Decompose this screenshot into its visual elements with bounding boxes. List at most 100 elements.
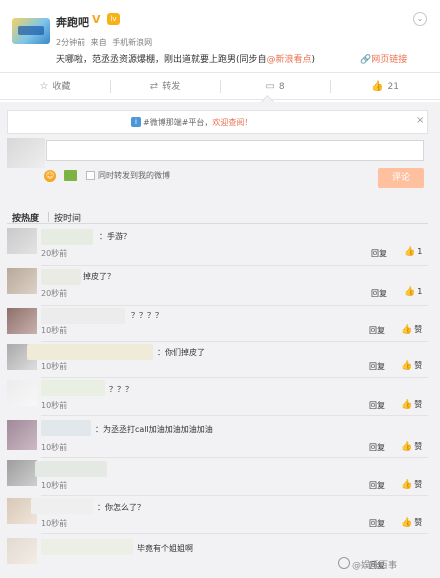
- commenter-name[interactable]: [41, 420, 91, 436]
- repost-checkbox[interactable]: [86, 171, 95, 180]
- reply-button[interactable]: 回复: [371, 288, 387, 299]
- avatar[interactable]: [7, 538, 37, 564]
- avatar[interactable]: [7, 460, 37, 486]
- repost-label: 转发: [162, 82, 181, 92]
- like-button[interactable]: 👍 21: [330, 73, 440, 100]
- comment-text: ：你怎么了？: [97, 503, 145, 512]
- post-action-bar: ☆ 收藏 ⇄ 转发 ▭ 8 👍 21: [0, 72, 440, 100]
- mention-link[interactable]: @新浪看点: [267, 55, 312, 65]
- star-icon: ☆: [39, 81, 49, 92]
- avatar[interactable]: [7, 380, 37, 406]
- comment-notice: i #微博那端#平台，欢迎查阅！ ×: [7, 110, 428, 134]
- reply-button[interactable]: 回复: [369, 480, 385, 491]
- comment-like-button[interactable]: 👍 1: [404, 247, 422, 257]
- reply-button[interactable]: 回复: [369, 400, 385, 411]
- avatar[interactable]: [7, 268, 37, 294]
- thumbs-up-icon: 👍: [401, 518, 413, 528]
- comment-row: ：你怎么了？ 10秒前 回复 👍 赞: [7, 496, 428, 534]
- comment-row: ：手游？ 20秒前 回复 👍 1: [7, 226, 428, 266]
- web-link-label: 网页链接: [371, 55, 408, 65]
- commenter-name[interactable]: [41, 229, 93, 245]
- commenter-name[interactable]: [41, 539, 133, 555]
- comment-row: 掉皮了？ 20秒前 回复 👍 1: [7, 266, 428, 306]
- info-icon: i: [131, 117, 141, 127]
- commenter-name[interactable]: [31, 498, 93, 514]
- commenter-name[interactable]: [27, 344, 153, 360]
- like-count: 21: [387, 82, 399, 92]
- commenter-name[interactable]: [41, 269, 81, 285]
- chevron-down-icon[interactable]: ⌄: [413, 12, 427, 26]
- comment-text: ？？？？: [131, 311, 163, 320]
- comment-time: 20秒前: [41, 289, 68, 298]
- reply-button[interactable]: 回复: [369, 518, 385, 529]
- level-badge-icon: lv: [107, 13, 120, 25]
- comment-like-button[interactable]: 👍 赞: [401, 479, 422, 490]
- comment-time: 10秒前: [41, 326, 68, 335]
- comment-text: 掉皮了？: [83, 272, 115, 281]
- web-link[interactable]: 🔗网页链接: [360, 52, 407, 65]
- comment-count: 8: [278, 82, 285, 92]
- close-icon[interactable]: ×: [416, 115, 424, 126]
- divider: [7, 223, 428, 224]
- reply-button[interactable]: 回复: [369, 442, 385, 453]
- comment-time: 20秒前: [41, 249, 68, 258]
- reply-button[interactable]: 回复: [369, 325, 385, 336]
- thumbs-up-icon: 👍: [401, 480, 413, 490]
- notice-text: #微博那端#平台，欢迎查阅！: [143, 117, 252, 128]
- repost-icon: ⇄: [149, 81, 159, 92]
- post-source[interactable]: 手机新浪网: [112, 38, 152, 47]
- comment-time: 10秒前: [41, 519, 68, 528]
- comment-like-count: 赞: [414, 480, 423, 489]
- my-avatar: [7, 138, 45, 168]
- post-time[interactable]: 2分钟前: [56, 38, 85, 47]
- comment-row: ？？？？ 10秒前 回复 👍 赞: [7, 306, 428, 342]
- comment-like-button[interactable]: 👍 1: [404, 287, 422, 297]
- emoji-icon[interactable]: ☺: [44, 170, 56, 182]
- commenter-name[interactable]: [41, 380, 105, 396]
- post-text-main: 天哪啦，范丞丞资源爆棚，刚出道就要上跑男(同步自: [56, 55, 267, 65]
- favorite-button[interactable]: ☆ 收藏: [0, 73, 110, 100]
- favorite-label: 收藏: [52, 82, 71, 92]
- avatar[interactable]: [7, 308, 37, 334]
- comment-like-button[interactable]: 👍 赞: [401, 324, 422, 335]
- comment-button[interactable]: ▭ 8: [220, 73, 330, 100]
- comment-like-button[interactable]: 👍 赞: [401, 517, 422, 528]
- post-text: 天哪啦，范丞丞资源爆棚，刚出道就要上跑男(同步自@新浪看点): [56, 52, 315, 65]
- reply-button[interactable]: 回复: [369, 361, 385, 372]
- commenter-name[interactable]: [35, 461, 107, 477]
- commenter-name[interactable]: [41, 308, 125, 324]
- notice-main: #微博那端#平台，: [143, 118, 213, 127]
- author-name[interactable]: 奔跑吧: [56, 14, 89, 30]
- comment-icon: ▭: [265, 81, 275, 92]
- comment-like-count: 1: [417, 247, 423, 256]
- comment-like-button[interactable]: 👍 赞: [401, 441, 422, 452]
- avatar[interactable]: [7, 420, 37, 450]
- comment-like-count: 赞: [414, 361, 423, 370]
- notice-link[interactable]: 欢迎查阅！: [212, 118, 252, 127]
- author-avatar[interactable]: [12, 18, 50, 44]
- comment-text: ：你们掉皮了: [157, 348, 205, 357]
- comment-row: 10秒前 回复 👍 赞: [7, 458, 428, 496]
- comment-row: ：为丞丞打call加油加油加油加油 10秒前 回复 👍 赞: [7, 416, 428, 458]
- weibo-post: 奔跑吧 V lv 2分钟前 来自 手机新浪网 天哪啦，范丞丞资源爆棚，刚出道就要…: [0, 0, 440, 72]
- comment-text: ：为丞丞打call加油加油加油加油: [95, 425, 213, 434]
- thumbs-up-icon: 👍: [404, 247, 416, 257]
- watermark: @娱乐百事: [352, 561, 398, 571]
- comment-input[interactable]: [46, 140, 424, 161]
- comment-like-button[interactable]: 👍 赞: [401, 360, 422, 371]
- thumbs-up-icon: 👍: [401, 361, 413, 371]
- submit-comment-button[interactable]: 评论: [378, 168, 424, 188]
- thumbs-up-icon: 👍: [404, 287, 416, 297]
- image-icon[interactable]: [64, 170, 77, 181]
- reply-button[interactable]: 回复: [371, 248, 387, 259]
- avatar[interactable]: [7, 228, 37, 254]
- thumbs-up-icon: 👍: [401, 325, 413, 335]
- comment-text: ：手游？: [99, 232, 131, 241]
- weibo-watermark-icon: [338, 557, 350, 569]
- comment-row: ？？？ 10秒前 回复 👍 赞: [7, 378, 428, 416]
- source-prefix: 来自: [90, 38, 107, 47]
- repost-checkbox-label: 同时转发到我的微博: [98, 171, 170, 180]
- repost-button[interactable]: ⇄ 转发: [110, 73, 220, 100]
- comment-like-button[interactable]: 👍 赞: [401, 399, 422, 410]
- comment-like-count: 赞: [414, 400, 423, 409]
